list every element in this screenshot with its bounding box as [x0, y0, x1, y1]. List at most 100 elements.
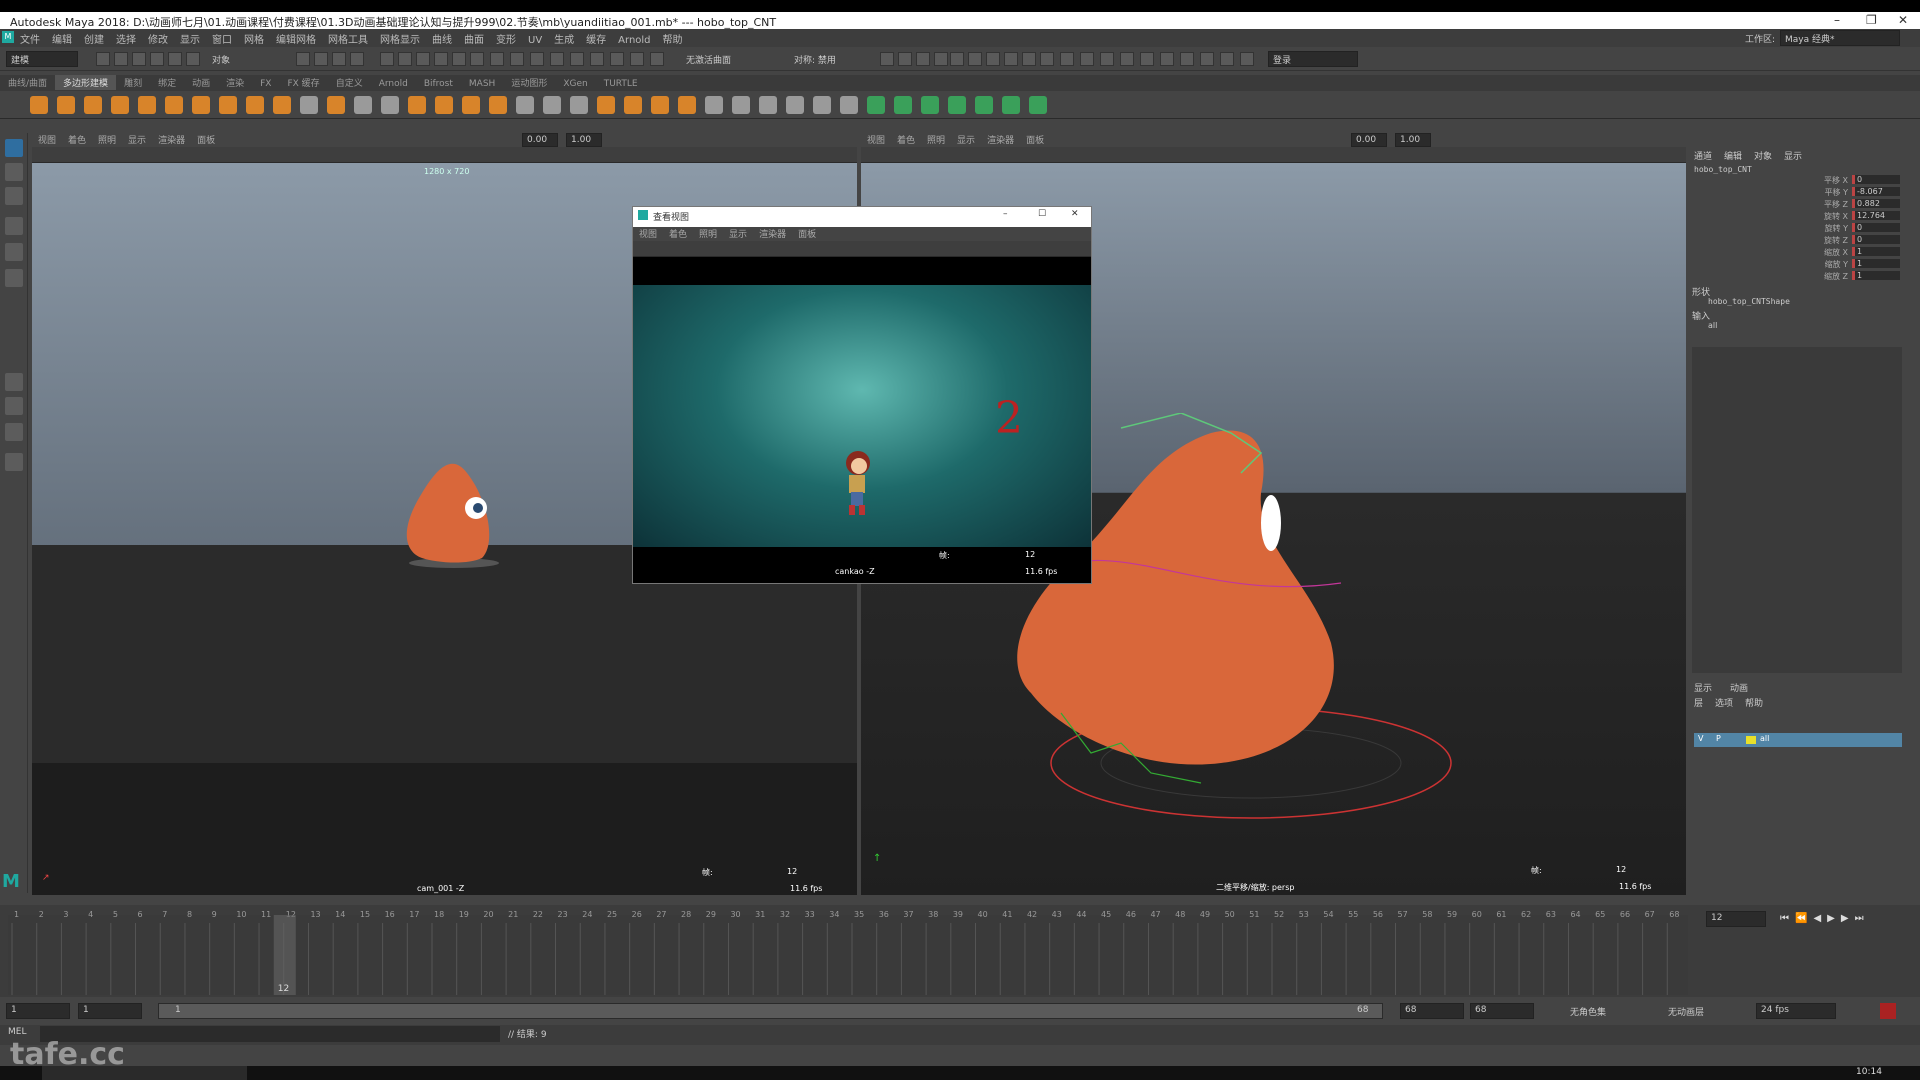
shelf-tool-icon[interactable] — [1029, 96, 1047, 114]
shelf-tool-icon[interactable] — [894, 96, 912, 114]
shelf-tool-icon[interactable] — [543, 96, 561, 114]
status-tool-icon[interactable] — [1060, 52, 1074, 66]
layer-editor-menu-item[interactable]: 层 — [1694, 699, 1703, 709]
layer-editor-menu-item[interactable]: 选项 — [1715, 699, 1733, 709]
shelf-tool-icon[interactable] — [705, 96, 723, 114]
status-tool-icon[interactable] — [490, 52, 504, 66]
channel-attr-value[interactable]: 1 — [1852, 259, 1900, 268]
panel-menu-item[interactable]: 照明 — [92, 133, 122, 146]
layer-editor-tab[interactable]: 动画 — [1730, 684, 1748, 694]
left-exposure-field[interactable]: 0.00 — [522, 133, 558, 147]
status-tool-icon[interactable] — [398, 52, 412, 66]
shelf-tab[interactable]: 多边形建模 — [55, 75, 117, 90]
shelf-tab[interactable]: Arnold — [371, 78, 416, 90]
shelf-tool-icon[interactable] — [435, 96, 453, 114]
shelf-tool-icon[interactable] — [1002, 96, 1020, 114]
menu-item[interactable]: Arnold — [612, 33, 656, 48]
shelf-tab[interactable]: XGen — [555, 78, 595, 90]
status-tool-icon[interactable] — [898, 52, 912, 66]
script-language[interactable]: MEL — [8, 1027, 26, 1037]
channel-attr-value[interactable]: 1 — [1852, 271, 1900, 280]
channel-attr-row[interactable]: 旋转 Z 0 — [1820, 235, 1900, 247]
go-to-end-icon[interactable]: ⏭ — [1855, 913, 1870, 924]
channel-attr-row[interactable]: 旋转 Y 0 — [1820, 223, 1900, 235]
two-pane-layout-icon[interactable] — [5, 423, 23, 441]
shelf-tool-icon[interactable] — [381, 96, 399, 114]
channel-attr-value[interactable]: 1 — [1852, 247, 1900, 256]
menu-item[interactable]: UV — [522, 33, 548, 48]
outliner-layout-icon[interactable] — [5, 453, 23, 471]
panel-menu-item[interactable]: 着色 — [62, 133, 92, 146]
shelf-tool-icon[interactable] — [651, 96, 669, 114]
shelf-tool-icon[interactable] — [732, 96, 750, 114]
left-gamma-field[interactable]: 1.00 — [566, 133, 602, 147]
status-tool-icon[interactable] — [934, 52, 948, 66]
shelf-tool-icon[interactable] — [408, 96, 426, 114]
channel-attr-value[interactable]: 0.882 — [1852, 199, 1900, 208]
channel-box-tab[interactable]: 对象 — [1754, 152, 1772, 162]
cam-minimize-button[interactable]: – — [1003, 209, 1008, 219]
menu-item[interactable]: 修改 — [142, 29, 174, 48]
layer-name[interactable]: all — [1760, 734, 1769, 743]
channel-attr-row[interactable]: 缩放 X 1 — [1820, 247, 1900, 259]
status-tool-icon[interactable] — [950, 52, 964, 66]
status-tool-icon[interactable] — [1140, 52, 1154, 66]
time-slider-ruler[interactable]: 1 2 3 4 5 6 7 8 9 10 11 12 13 14 15 16 17 18 19 20 21 22 23 24 2… — [8, 905, 1698, 997]
panel-menu-item[interactable]: 视图 — [633, 227, 663, 240]
status-tool-icon[interactable] — [1120, 52, 1134, 66]
panel-menu-item[interactable]: 照明 — [693, 227, 723, 240]
menu-item[interactable]: 创建 — [78, 29, 110, 48]
shelf-tool-icon[interactable] — [462, 96, 480, 114]
shelf-tool-icon[interactable] — [597, 96, 615, 114]
go-to-start-icon[interactable]: ⏮ — [1780, 913, 1795, 924]
status-tool-icon[interactable] — [296, 52, 310, 66]
status-tool-icon[interactable] — [1100, 52, 1114, 66]
minimize-button[interactable]: – — [1834, 13, 1840, 27]
shelf-tool-icon[interactable] — [111, 96, 129, 114]
shelf-tool-icon[interactable] — [300, 96, 318, 114]
cam-close-button[interactable]: ✕ — [1071, 209, 1079, 219]
playback-controls[interactable]: ⏮⏪◀▶▶⏭ — [1780, 913, 1870, 924]
status-tool-icon[interactable] — [650, 52, 664, 66]
shelf-tab[interactable]: 雕刻 — [116, 75, 150, 90]
status-tool-icon[interactable] — [1160, 52, 1174, 66]
shelf-tool-icon[interactable] — [219, 96, 237, 114]
channel-attr-value[interactable]: 0 — [1852, 235, 1900, 244]
shelf-tool-icon[interactable] — [759, 96, 777, 114]
status-tool-icon[interactable] — [114, 52, 128, 66]
status-tool-icon[interactable] — [570, 52, 584, 66]
camera-window-titlebar[interactable]: 查看视图 – ☐ ✕ — [633, 207, 1091, 227]
playback-start-field[interactable]: 1 — [78, 1003, 142, 1019]
status-tool-icon[interactable] — [132, 52, 146, 66]
status-tool-icon[interactable] — [350, 52, 364, 66]
shelf-tool-icon[interactable] — [489, 96, 507, 114]
status-tool-icon[interactable] — [434, 52, 448, 66]
camera-view-window[interactable]: 查看视图 – ☐ ✕ 视图 着色 照明 显示 渲染器 面板 2 cankao -Z 帧: … — [632, 206, 1092, 584]
layer-playback[interactable]: P — [1716, 734, 1721, 743]
status-tool-icon[interactable] — [150, 52, 164, 66]
menu-item[interactable]: 编辑 — [46, 29, 78, 48]
symmetry-label[interactable]: 对称: 禁用 — [794, 53, 836, 66]
status-tool-icon[interactable] — [590, 52, 604, 66]
menu-item[interactable]: 曲线 — [426, 29, 458, 48]
current-time-marker[interactable] — [273, 915, 296, 995]
menu-item[interactable]: 曲面 — [458, 29, 490, 48]
status-tool-icon[interactable] — [1004, 52, 1018, 66]
lasso-tool-icon[interactable] — [5, 163, 23, 181]
four-pane-layout-icon[interactable] — [5, 397, 23, 415]
panel-menu-item[interactable]: 着色 — [891, 133, 921, 146]
panel-menu-item[interactable]: 面板 — [792, 227, 822, 240]
channel-attr-value[interactable]: 0 — [1852, 223, 1900, 232]
fps-dropdown[interactable]: 24 fps — [1756, 1003, 1836, 1019]
menu-item[interactable]: 帮助 — [657, 29, 689, 48]
step-back-key-icon[interactable]: ⏪ — [1795, 913, 1813, 924]
status-tool-icon[interactable] — [1022, 52, 1036, 66]
menu-item[interactable]: 变形 — [490, 29, 522, 48]
menu-item[interactable]: 显示 — [174, 29, 206, 48]
status-tool-icon[interactable] — [1040, 52, 1054, 66]
menu-item[interactable]: 网格 — [238, 29, 270, 48]
shelf-tab[interactable]: 运动图形 — [503, 75, 555, 90]
shelf-tool-icon[interactable] — [273, 96, 291, 114]
status-tool-icon[interactable] — [1080, 52, 1094, 66]
panel-menu-item[interactable]: 渲染器 — [753, 227, 792, 240]
